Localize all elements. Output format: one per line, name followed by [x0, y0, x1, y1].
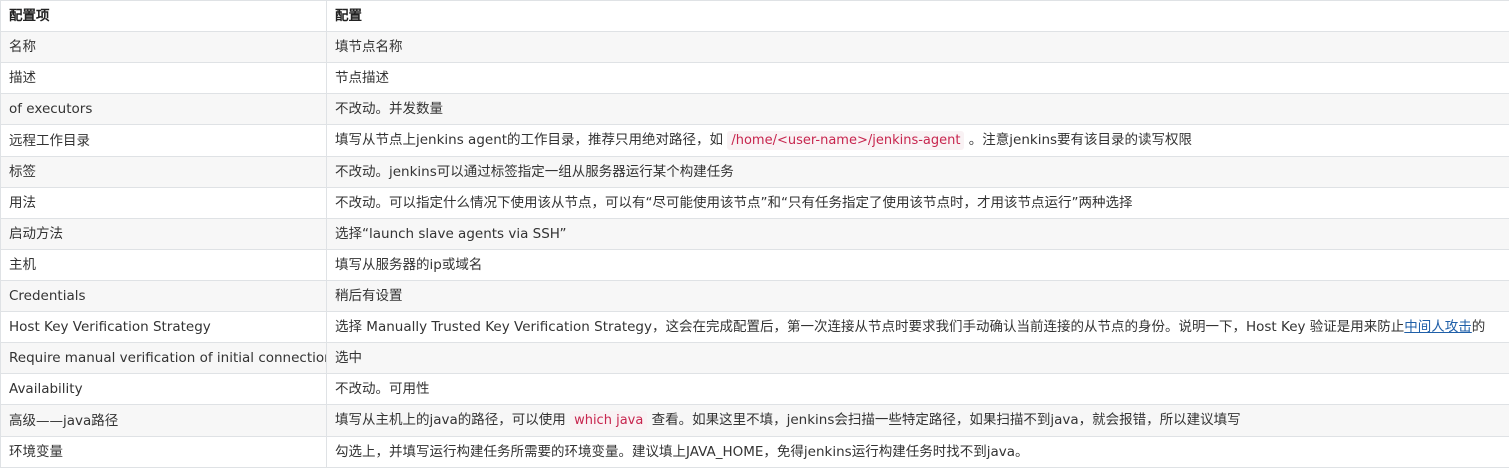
config-value: 不改动。jenkins可以通过标签指定一组从服务器运行某个构建任务 [327, 157, 1509, 188]
table-row: Availability 不改动。可用性 [1, 374, 1509, 405]
config-value: 不改动。可以指定什么情况下使用该从节点，可以有“尽可能使用该节点”和“只有任务指… [327, 188, 1509, 219]
table-row: 名称 填节点名称 [1, 32, 1509, 63]
table-row: of executors 不改动。并发数量 [1, 94, 1509, 125]
value-text: 填写从节点上jenkins agent的工作目录，推荐只用绝对路径，如 [335, 132, 727, 148]
table-row: 远程工作目录 填写从节点上jenkins agent的工作目录，推荐只用绝对路径… [1, 125, 1509, 157]
value-text: 。注意jenkins要有该目录的读写权限 [964, 132, 1192, 148]
config-item-name: 描述 [1, 63, 327, 94]
config-item-name: Host Key Verification Strategy [1, 312, 327, 343]
config-value: 不改动。并发数量 [327, 94, 1509, 125]
inline-code: /home/<user-name>/jenkins-agent [727, 131, 964, 150]
config-item-name: 远程工作目录 [1, 125, 327, 157]
config-item-name: of executors [1, 94, 327, 125]
table-row: Credentials 稍后有设置 [1, 281, 1509, 312]
value-text: 的 [1472, 319, 1486, 335]
config-value: 不改动。可用性 [327, 374, 1509, 405]
table-row: 标签 不改动。jenkins可以通过标签指定一组从服务器运行某个构建任务 [1, 157, 1509, 188]
value-text: 填写从主机上的java的路径，可以使用 [335, 412, 570, 428]
inline-code: which java [570, 411, 647, 430]
header-config-item: 配置项 [1, 1, 327, 32]
value-text: 查看。如果这里不填，jenkins会扫描一些特定路径，如果扫描不到java，就会… [647, 412, 1240, 428]
header-config: 配置 [327, 1, 1509, 32]
config-item-name: 名称 [1, 32, 327, 63]
table-row: 高级——java路径 填写从主机上的java的路径，可以使用 which jav… [1, 405, 1509, 437]
config-item-name: Credentials [1, 281, 327, 312]
table-row: 启动方法 选择“launch slave agents via SSH” [1, 219, 1509, 250]
config-item-name: 用法 [1, 188, 327, 219]
config-item-name: Availability [1, 374, 327, 405]
table-row: 用法 不改动。可以指定什么情况下使用该从节点，可以有“尽可能使用该节点”和“只有… [1, 188, 1509, 219]
config-value: 填节点名称 [327, 32, 1509, 63]
table-row: Require manual verification of initial c… [1, 343, 1509, 374]
config-value: 稍后有设置 [327, 281, 1509, 312]
table-row: 主机 填写从服务器的ip或域名 [1, 250, 1509, 281]
config-value: 填写从节点上jenkins agent的工作目录，推荐只用绝对路径，如 /hom… [327, 125, 1509, 157]
config-item-name: Require manual verification of initial c… [1, 343, 327, 374]
config-value: 勾选上，并填写运行构建任务所需要的环境变量。建议填上JAVA_HOME，免得je… [327, 437, 1509, 468]
config-value: 选择 Manually Trusted Key Verification Str… [327, 312, 1509, 343]
table-row: 描述 节点描述 [1, 63, 1509, 94]
table-row: Host Key Verification Strategy 选择 Manual… [1, 312, 1509, 343]
config-item-name: 环境变量 [1, 437, 327, 468]
value-text: 选择 Manually Trusted Key Verification Str… [335, 319, 1404, 335]
mitm-attack-link[interactable]: 中间人攻击 [1404, 319, 1472, 335]
config-value: 选中 [327, 343, 1509, 374]
config-item-name: 启动方法 [1, 219, 327, 250]
config-value: 填写从服务器的ip或域名 [327, 250, 1509, 281]
config-item-name: 高级——java路径 [1, 405, 327, 437]
table-row: 环境变量 勾选上，并填写运行构建任务所需要的环境变量。建议填上JAVA_HOME… [1, 437, 1509, 468]
config-value: 选择“launch slave agents via SSH” [327, 219, 1509, 250]
config-value: 填写从主机上的java的路径，可以使用 which java 查看。如果这里不填… [327, 405, 1509, 437]
table-header-row: 配置项 配置 [1, 1, 1509, 32]
config-item-name: 标签 [1, 157, 327, 188]
config-item-name: 主机 [1, 250, 327, 281]
config-table: 配置项 配置 名称 填节点名称 描述 节点描述 of executors 不改动… [0, 0, 1509, 468]
config-value: 节点描述 [327, 63, 1509, 94]
